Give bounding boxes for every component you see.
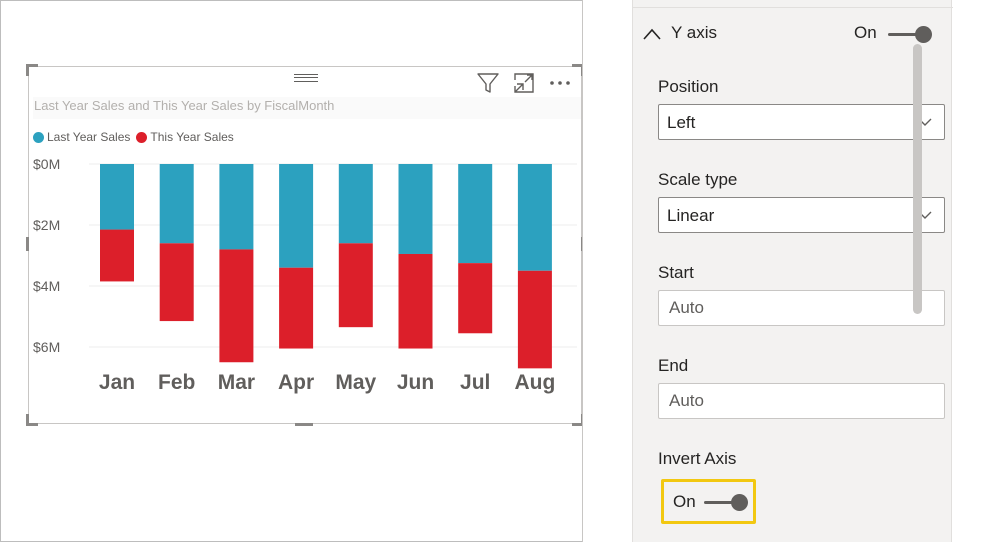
bar-last-year-sales[interactable] [100,164,134,230]
bar-last-year-sales[interactable] [517,164,552,271]
bar-this-year-sales[interactable] [338,243,373,328]
y-tick-label: $4M [33,278,60,294]
legend-marker [136,131,148,143]
position-dropdown[interactable]: Left [658,104,945,140]
x-tick-label: Aug [514,371,555,394]
x-tick-label: Jan [99,371,135,394]
end-input[interactable] [658,383,945,419]
invert-axis-label: Invert Axis [658,449,737,468]
x-tick-label: Jun [397,371,434,394]
more-options-icon[interactable] [548,71,572,95]
scale-type-value: Linear [667,206,715,225]
bar-last-year-sales[interactable] [398,164,433,254]
y-axis-toggle-label: On [854,23,877,42]
pane-scrollbar[interactable] [913,44,922,314]
bar-this-year-sales[interactable] [517,270,552,369]
toggle-knob [915,26,932,43]
bar-last-year-sales[interactable] [338,164,373,244]
format-pane: Y axis On Position Left Scale type Linea… [583,0,992,542]
chart-legend: Last Year Sales This Year Sales [33,129,240,145]
scale-type-dropdown[interactable]: Linear [658,197,945,233]
chevron-up-icon[interactable] [642,27,662,41]
section-title: Y axis [671,23,717,42]
x-tick-label: Jul [460,371,490,394]
bar-last-year-sales[interactable] [279,164,314,268]
position-label: Position [658,77,719,96]
chart-title: Last Year Sales and This Year Sales by F… [33,97,581,119]
legend-item-last-year[interactable]: Last Year Sales [33,130,130,144]
resize-handle-top-left[interactable] [26,64,38,76]
y-tick-label: $6M [33,339,60,355]
report-canvas[interactable]: Last Year Sales and This Year Sales by F… [1,1,584,541]
y-axis-toggle[interactable] [888,26,932,43]
bar-this-year-sales[interactable] [279,267,314,349]
toggle-track [888,33,918,36]
format-pane-card: Y axis On Position Left Scale type Linea… [632,0,953,542]
bar-last-year-sales[interactable] [219,164,254,250]
x-tick-label: Feb [158,371,195,394]
y-tick-label: $2M [33,217,60,233]
y-tick-label: $0M [33,156,60,172]
y-axis-section-header[interactable]: Y axis On [633,18,953,50]
bar-this-year-sales[interactable] [219,249,254,363]
toggle-track [704,501,734,504]
legend-marker [33,131,44,143]
x-tick-label: Mar [218,371,255,394]
bar-last-year-sales[interactable] [458,164,493,264]
section-divider [633,7,953,8]
invert-axis-highlight: On [661,479,756,524]
resize-handle-bottom[interactable] [295,423,313,426]
resize-handle-bottom-left[interactable] [26,414,38,426]
legend-label: This Year Sales [150,130,234,144]
x-tick-label: May [335,371,376,394]
legend-label: Last Year Sales [47,130,131,144]
chart-plot-area: $0M $2M $4M $6M Jan Feb Mar Apr May Jun Jul Aug [33,156,577,394]
bar-this-year-sales[interactable] [398,253,433,349]
scale-type-label: Scale type [658,170,738,189]
legend-item-this-year[interactable]: This Year Sales [136,130,234,144]
filter-icon[interactable] [476,71,500,95]
start-label: Start [658,263,694,282]
end-label: End [658,356,689,375]
bar-last-year-sales[interactable] [159,164,194,244]
invert-axis-toggle-label: On [673,492,696,511]
invert-axis-toggle[interactable] [704,494,748,511]
drag-handle-icon[interactable] [294,74,318,82]
bar-this-year-sales[interactable] [100,229,134,282]
toggle-knob [731,494,748,511]
bar-this-year-sales[interactable] [159,243,194,322]
focus-mode-icon[interactable] [512,71,536,95]
position-value: Left [667,113,696,132]
bar-this-year-sales[interactable] [458,263,493,334]
chart-visual[interactable]: Last Year Sales and This Year Sales by F… [26,64,584,426]
start-input[interactable] [658,290,945,326]
x-tick-label: Apr [278,371,314,394]
